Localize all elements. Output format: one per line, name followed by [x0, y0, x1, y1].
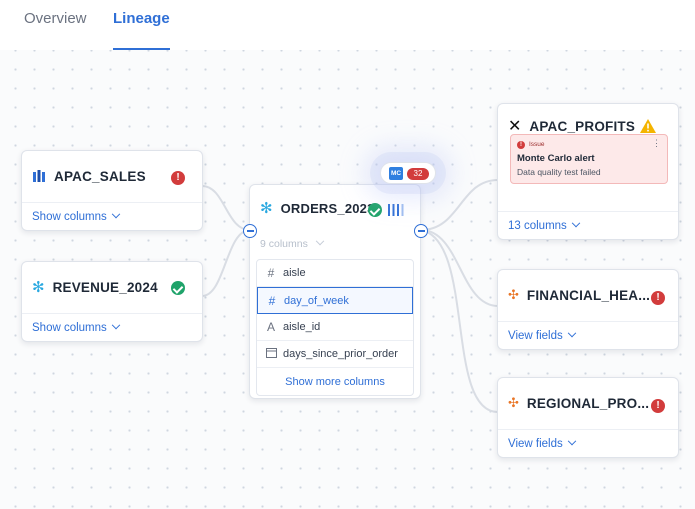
- chevron-down-icon: [571, 218, 581, 227]
- calendar-icon: [263, 347, 279, 361]
- collapse-downstream-button[interactable]: [414, 224, 428, 238]
- check-status-icon: [171, 281, 185, 295]
- chevron-down-icon: [111, 209, 121, 218]
- node-title: REVENUE_2024: [52, 279, 158, 295]
- snowflake-icon: ✻: [260, 200, 273, 217]
- show-columns-button[interactable]: Show columns: [22, 202, 202, 230]
- footer-label: View fields: [508, 329, 563, 342]
- node-title: APAC_PROFITS: [529, 118, 636, 134]
- top-tab-bar: Overview Lineage: [0, 0, 695, 50]
- view-fields-button[interactable]: View fields: [498, 429, 678, 457]
- snowflake-icon: ✻: [32, 279, 45, 296]
- collapse-upstream-button[interactable]: [243, 224, 257, 238]
- error-status-icon: !: [651, 291, 665, 305]
- alert-title: Monte Carlo alert: [517, 153, 595, 164]
- error-status-icon: !: [171, 171, 185, 185]
- node-regional-pro[interactable]: ✣ REGIONAL_PRO... ! View fields: [497, 377, 679, 458]
- chevron-down-icon: [567, 328, 577, 337]
- tab-overview[interactable]: Overview: [24, 10, 87, 50]
- columns-count[interactable]: 9 columns: [260, 236, 325, 250]
- monte-carlo-incident-pill[interactable]: MC 32: [380, 162, 436, 184]
- text-type-icon: A: [266, 320, 275, 334]
- chevron-down-icon: [315, 236, 325, 246]
- node-apac-profits[interactable]: ✕ APAC_PROFITS ! Issue ⋮ Monte Carlo ale…: [497, 103, 679, 240]
- more-options-icon[interactable]: ⋮: [652, 138, 661, 149]
- chevron-down-icon: [111, 320, 121, 329]
- columns-toggle-button[interactable]: 13 columns: [498, 211, 678, 239]
- alert-tag: Issue: [529, 141, 545, 148]
- column-name: aisle: [283, 267, 306, 279]
- node-revenue-2024[interactable]: ✻ REVENUE_2024 Show columns: [21, 261, 203, 342]
- incident-count-badge: 32: [407, 168, 429, 180]
- show-more-columns-button[interactable]: Show more columns: [257, 368, 413, 395]
- bar-chart-icon: [33, 170, 45, 182]
- chevron-down-icon: [567, 436, 577, 445]
- alert-message: Data quality test failed: [517, 167, 601, 177]
- hash-icon: #: [267, 266, 275, 280]
- error-status-icon: !: [651, 399, 665, 413]
- node-title: APAC_SALES: [54, 168, 146, 184]
- dbt-icon: ✕: [508, 118, 522, 135]
- node-title: ORDERS_2023: [280, 200, 375, 216]
- node-apac-sales[interactable]: APAC_SALES ! Show columns: [21, 150, 203, 231]
- column-row-days-since-prior-order[interactable]: days_since_prior_order: [257, 341, 413, 368]
- view-fields-button[interactable]: View fields: [498, 321, 678, 349]
- column-list: # aisle # day_of_week A aisle_id days_si…: [256, 259, 414, 396]
- tableau-icon: ✣: [508, 287, 519, 302]
- show-columns-button[interactable]: Show columns: [22, 313, 202, 341]
- column-name: day_of_week: [284, 294, 349, 307]
- column-row-aisle[interactable]: # aisle: [257, 260, 413, 287]
- tab-lineage[interactable]: Lineage: [113, 10, 170, 50]
- node-orders-2023[interactable]: ✻ ORDERS_2023 9 columns # aisle # day_of…: [249, 184, 421, 399]
- monte-carlo-alert[interactable]: ! Issue ⋮ Monte Carlo alert Data quality…: [510, 134, 668, 184]
- node-financial-health[interactable]: ✣ FINANCIAL_HEA... ! View fields: [497, 269, 679, 350]
- footer-label: Show columns: [32, 321, 107, 334]
- signal-bars-icon: [388, 204, 404, 216]
- node-title: FINANCIAL_HEA...: [526, 287, 651, 303]
- footer-label: Show columns: [32, 210, 107, 223]
- footer-label: 13 columns: [508, 219, 567, 232]
- footer-label: View fields: [508, 437, 563, 450]
- column-name: days_since_prior_order: [283, 348, 398, 360]
- column-row-aisle-id[interactable]: A aisle_id: [257, 314, 413, 341]
- check-status-icon: [368, 203, 382, 217]
- column-name: aisle_id: [283, 321, 321, 333]
- mc-logo-icon: MC: [389, 167, 403, 180]
- hash-icon: #: [268, 293, 276, 308]
- column-row-day-of-week[interactable]: # day_of_week: [257, 287, 413, 314]
- columns-count-label: 9 columns: [260, 238, 308, 250]
- warning-icon: [640, 119, 656, 133]
- error-icon: !: [517, 141, 525, 149]
- tableau-icon: ✣: [508, 395, 519, 410]
- node-title: REGIONAL_PRO...: [526, 395, 650, 411]
